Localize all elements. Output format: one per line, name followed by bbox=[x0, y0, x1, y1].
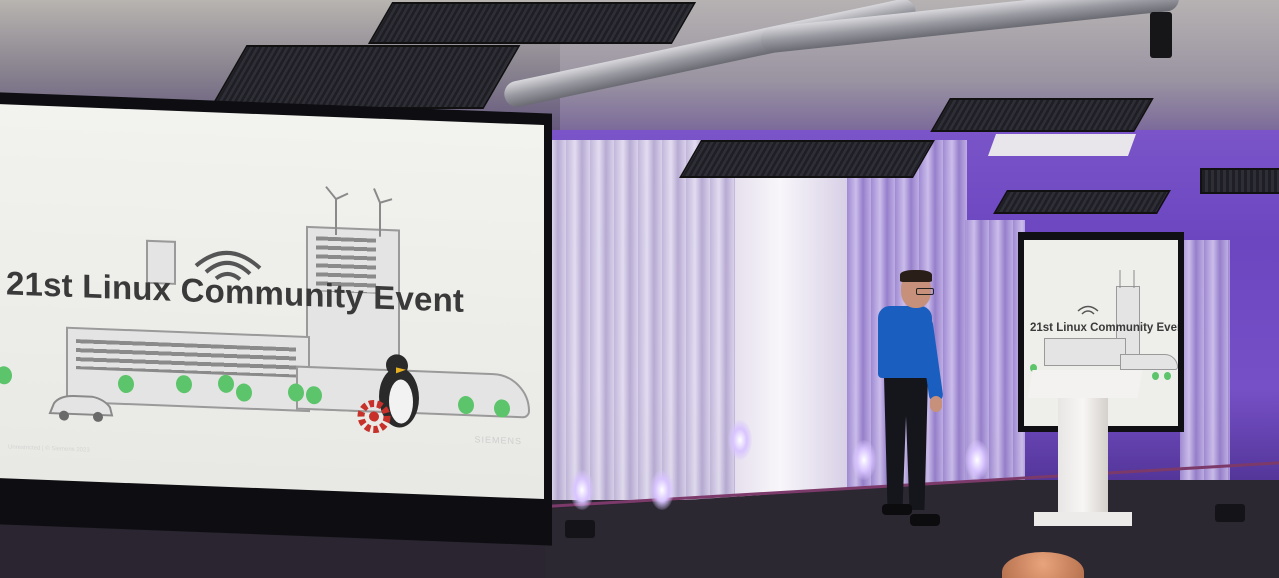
ceiling-ac-unit bbox=[987, 134, 1137, 156]
speaker-hair bbox=[900, 270, 932, 282]
electric-car-icon bbox=[48, 394, 114, 422]
main-projection-screen: 21st Linux Community Event SIEMENS Unres… bbox=[0, 104, 544, 500]
uplight bbox=[570, 470, 594, 510]
slide-building bbox=[1044, 338, 1126, 366]
side-slide-title: 21st Linux Community Event bbox=[1030, 322, 1178, 334]
gear-icon bbox=[357, 400, 391, 434]
speaker-glasses bbox=[916, 288, 934, 295]
speaker-shoe bbox=[882, 504, 912, 515]
speaker-hand bbox=[930, 396, 942, 412]
tree-icon bbox=[218, 374, 234, 394]
acoustic-panel bbox=[930, 98, 1154, 132]
tree-icon bbox=[306, 385, 322, 405]
speaker-shoe bbox=[910, 514, 940, 526]
acoustic-panel bbox=[679, 140, 935, 178]
lectern bbox=[1058, 398, 1108, 516]
slide-brand: SIEMENS bbox=[474, 434, 522, 447]
tree-icon bbox=[458, 395, 474, 415]
uplight bbox=[650, 470, 674, 510]
floor-speaker bbox=[1215, 504, 1245, 522]
curtain bbox=[1180, 240, 1230, 480]
tree-icon bbox=[118, 374, 134, 394]
wind-turbine-icon bbox=[325, 186, 393, 237]
pillar bbox=[735, 175, 847, 520]
tree-icon bbox=[288, 383, 304, 402]
tree-icon bbox=[236, 383, 252, 402]
acoustic-panel bbox=[993, 190, 1171, 214]
tree-icon bbox=[1152, 372, 1159, 380]
tree-icon bbox=[0, 366, 12, 385]
lectern-base bbox=[1034, 512, 1132, 526]
acoustic-panel bbox=[1200, 168, 1279, 194]
conference-photo: 21st Linux Community Event SIEMENS Unres… bbox=[0, 0, 1279, 578]
uplight bbox=[852, 440, 876, 480]
uplight bbox=[965, 440, 989, 480]
wifi-icon bbox=[1077, 305, 1099, 315]
slide-train bbox=[1120, 354, 1178, 370]
ceiling-speaker bbox=[1150, 12, 1172, 58]
acoustic-panel bbox=[209, 45, 521, 109]
wind-turbine-icon bbox=[1119, 270, 1135, 288]
uplight bbox=[728, 420, 752, 460]
acoustic-panel bbox=[367, 2, 697, 44]
tree-icon bbox=[494, 399, 510, 418]
lectern-top bbox=[1027, 370, 1143, 398]
tree-icon bbox=[1164, 372, 1171, 380]
slide-footer: Unrestricted | © Siemens 2023 bbox=[8, 444, 90, 454]
tree-icon bbox=[176, 374, 192, 394]
floor-speaker bbox=[565, 520, 595, 538]
